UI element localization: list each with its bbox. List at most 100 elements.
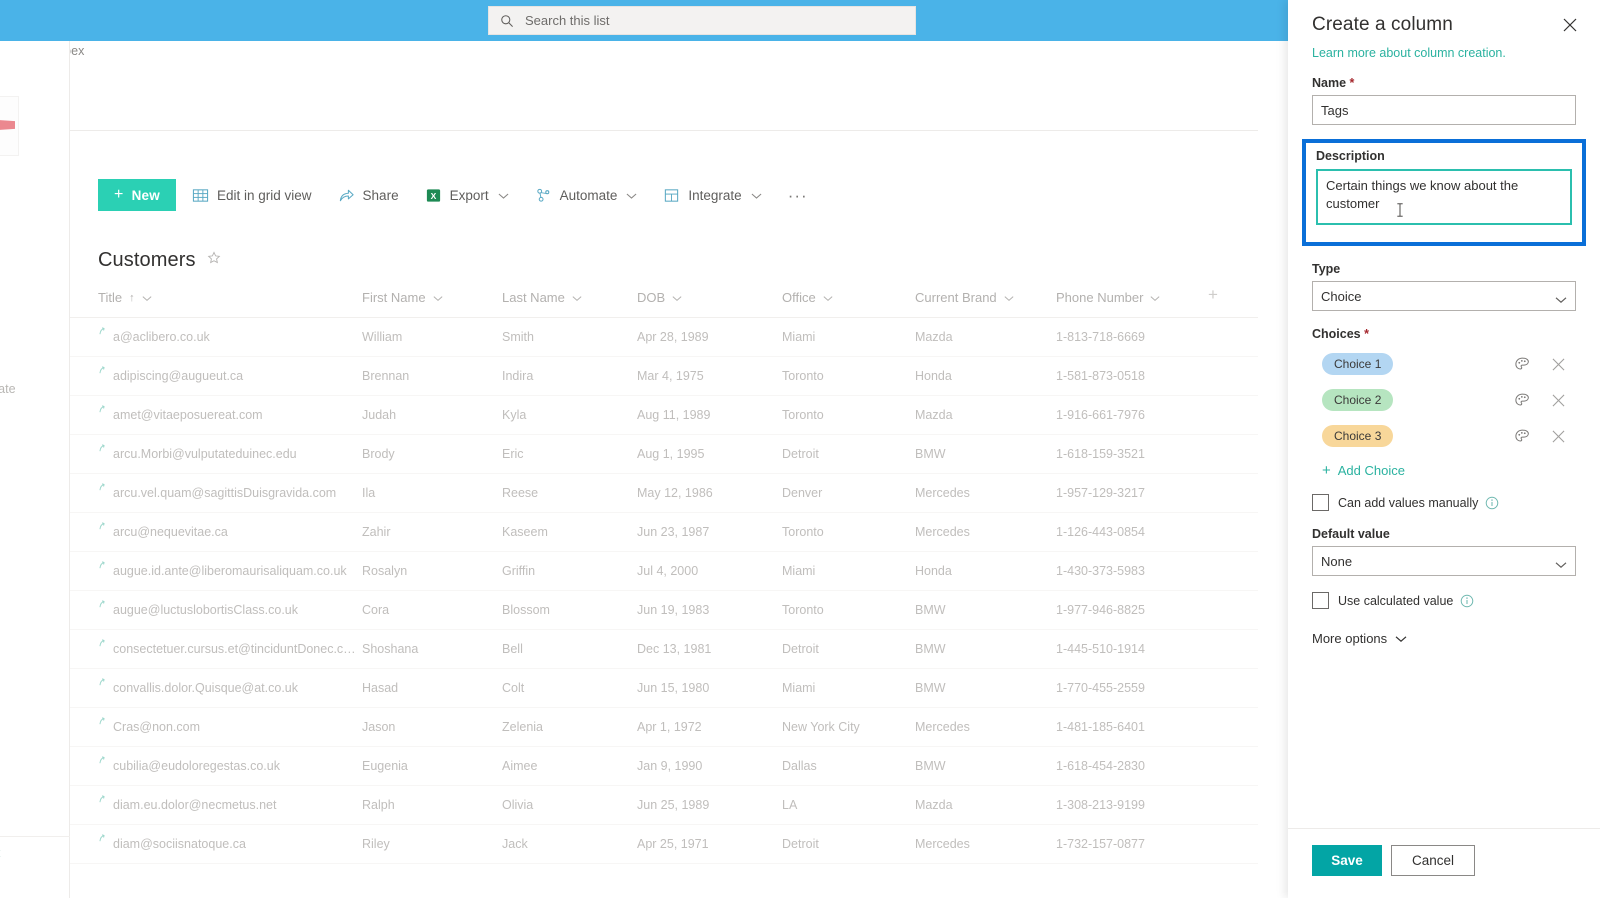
cell-spacer — [1208, 434, 1258, 474]
close-icon[interactable] — [1560, 15, 1580, 40]
new-button[interactable]: + New — [98, 179, 176, 211]
table-row[interactable]: diam.eu.dolor@necmetus.net Ralph Olivia Jun… — [70, 785, 1258, 825]
cell-spacer — [1208, 395, 1258, 435]
cell-spacer — [1208, 512, 1258, 552]
table-row[interactable]: diam@sociisnatoque.ca Riley Jack Apr 25, 19… — [70, 824, 1258, 864]
description-textarea[interactable] — [1316, 169, 1572, 225]
table-row[interactable]: augue@luctuslobortisClass.co.uk Cora Bloss… — [70, 590, 1258, 630]
table-row[interactable]: a@aclibero.co.uk William Smith Apr 28, 1989… — [70, 317, 1258, 357]
column-header-first-name[interactable]: First Name — [362, 275, 502, 318]
chevron-down-icon[interactable] — [672, 290, 682, 305]
cell-title[interactable]: cubilia@eudoloregestas.co.uk — [70, 746, 362, 786]
panel-header: Create a column — [1288, 0, 1600, 40]
column-header-dob[interactable]: DOB — [637, 275, 782, 318]
cell-dob: May 12, 1986 — [637, 473, 782, 513]
export-label: Export — [449, 187, 489, 203]
choice-pill[interactable]: Choice 2 — [1322, 389, 1394, 411]
chevron-down-icon[interactable] — [142, 290, 152, 305]
cell-dob: Jul 4, 2000 — [637, 551, 782, 591]
search-box[interactable] — [488, 6, 916, 35]
chevron-down-icon[interactable] — [1004, 290, 1014, 305]
table-row[interactable]: cubilia@eudoloregestas.co.uk Eugenia Aimee… — [70, 746, 1258, 786]
table-row[interactable]: adipiscing@augueut.ca Brennan Indira Mar 4,… — [70, 356, 1258, 396]
table-row[interactable]: arcu@nequevitae.ca Zahir Kaseem Jun 23, 198… — [70, 512, 1258, 552]
cell-title[interactable]: diam.eu.dolor@necmetus.net — [70, 785, 362, 825]
cell-title[interactable]: augue@luctuslobortisClass.co.uk — [70, 590, 362, 630]
chevron-down-icon[interactable] — [823, 290, 833, 305]
choice-pill[interactable]: Choice 3 — [1322, 425, 1394, 447]
name-field-group: Name * — [1288, 76, 1600, 125]
cell-first-name: Zahir — [362, 512, 502, 552]
column-header-current-brand[interactable]: Current Brand — [915, 275, 1056, 318]
cell-text: arcu.Morbi@vulputateduinec.edu — [113, 447, 297, 461]
use-calculated-value-checkbox[interactable] — [1312, 592, 1329, 609]
name-input[interactable] — [1312, 95, 1576, 125]
cell-title[interactable]: convallis.dolor.Quisque@at.co.uk — [70, 668, 362, 708]
cell-dob: Aug 1, 1995 — [637, 434, 782, 474]
info-icon[interactable] — [1485, 496, 1499, 510]
new-item-flag-icon — [98, 676, 109, 690]
info-icon[interactable] — [1460, 594, 1474, 608]
palette-icon[interactable] — [1511, 353, 1534, 376]
choices-list: Choice 1 Choice 2 Choice 3 — [1312, 346, 1576, 454]
choice-pill[interactable]: Choice 1 — [1322, 353, 1394, 375]
cell-title[interactable]: diam@sociisnatoque.ca — [70, 824, 362, 864]
export-button[interactable]: X Export — [415, 179, 519, 211]
new-item-flag-icon — [98, 754, 109, 768]
default-value-select[interactable]: None — [1312, 546, 1576, 576]
cell-title[interactable]: adipiscing@augueut.ca — [70, 356, 362, 396]
cell-title[interactable]: arcu.vel.quam@sagittisDuisgravida.com — [70, 473, 362, 513]
new-item-flag-icon — [98, 598, 109, 612]
edit-in-grid-view-button[interactable]: Edit in grid view — [182, 179, 322, 211]
column-header-office[interactable]: Office — [782, 275, 915, 318]
cell-title[interactable]: a@aclibero.co.uk — [70, 317, 362, 357]
learn-more-link[interactable]: Learn more about column creation. — [1288, 40, 1600, 60]
palette-icon[interactable] — [1511, 425, 1534, 448]
cell-title[interactable]: amet@vitaeposuereat.com — [70, 395, 362, 435]
favorite-star-icon[interactable] — [207, 250, 221, 270]
cell-text: adipiscing@augueut.ca — [113, 369, 244, 383]
more-options-toggle[interactable]: More options — [1288, 631, 1600, 646]
share-label: Share — [362, 187, 399, 203]
cell-last-name: Griffin — [502, 551, 637, 591]
cell-title[interactable]: arcu@nequevitae.ca — [70, 512, 362, 552]
remove-choice-icon[interactable] — [1549, 427, 1568, 446]
chevron-down-icon[interactable] — [1150, 290, 1160, 305]
add-choice-button[interactable]: + Add Choice — [1322, 463, 1576, 478]
table-row[interactable]: convallis.dolor.Quisque@at.co.uk Hasad Col… — [70, 668, 1258, 708]
table-row[interactable]: arcu.vel.quam@sagittisDuisgravida.com Ila… — [70, 473, 1258, 513]
integrate-button[interactable]: Integrate — [653, 179, 771, 211]
column-header-last-name[interactable]: Last Name — [502, 275, 637, 318]
automate-button[interactable]: Automate — [525, 179, 648, 211]
cell-title[interactable]: arcu.Morbi@vulputateduinec.edu — [70, 434, 362, 474]
add-column-button[interactable]: + — [1208, 275, 1258, 318]
cell-first-name: William — [362, 317, 502, 357]
cell-title[interactable]: augue.id.ante@liberomaurisaliquam.co.uk — [70, 551, 362, 591]
required-asterisk: * — [1364, 327, 1369, 341]
chevron-down-icon[interactable] — [433, 290, 443, 305]
search-input[interactable] — [525, 13, 855, 28]
overflow-menu-button[interactable]: ··· — [778, 179, 818, 211]
table-row[interactable]: amet@vitaeposuereat.com Judah Kyla Aug 11, … — [70, 395, 1258, 435]
table-row[interactable]: Cras@non.com Jason Zelenia Apr 1, 1972 New Y… — [70, 707, 1258, 747]
cell-office: New York City — [782, 707, 915, 747]
type-select[interactable]: Choice — [1312, 281, 1576, 311]
table-row[interactable]: consectetuer.cursus.et@tinciduntDonec.co… — [70, 629, 1258, 669]
table-row[interactable]: augue.id.ante@liberomaurisaliquam.co.uk R… — [70, 551, 1258, 591]
excel-icon: X — [425, 187, 442, 204]
chevron-down-icon[interactable] — [572, 290, 582, 305]
palette-icon[interactable] — [1511, 389, 1534, 412]
nav-item-truncated-top[interactable]: mplate — [0, 382, 16, 396]
cancel-button[interactable]: Cancel — [1391, 845, 1475, 876]
can-add-values-manually-checkbox[interactable] — [1312, 494, 1329, 511]
remove-choice-icon[interactable] — [1549, 391, 1568, 410]
cell-title[interactable]: consectetuer.cursus.et@tinciduntDonec.co… — [70, 629, 362, 669]
cell-title[interactable]: Cras@non.com — [70, 707, 362, 747]
remove-choice-icon[interactable] — [1549, 355, 1568, 374]
cell-office: Miami — [782, 317, 915, 357]
column-header-title[interactable]: Title ↑ — [70, 275, 362, 318]
column-header-phone-number[interactable]: Phone Number — [1056, 275, 1208, 318]
save-button[interactable]: Save — [1312, 845, 1382, 876]
share-button[interactable]: Share — [328, 179, 409, 211]
table-row[interactable]: arcu.Morbi@vulputateduinec.edu Brody Eric A… — [70, 434, 1258, 474]
